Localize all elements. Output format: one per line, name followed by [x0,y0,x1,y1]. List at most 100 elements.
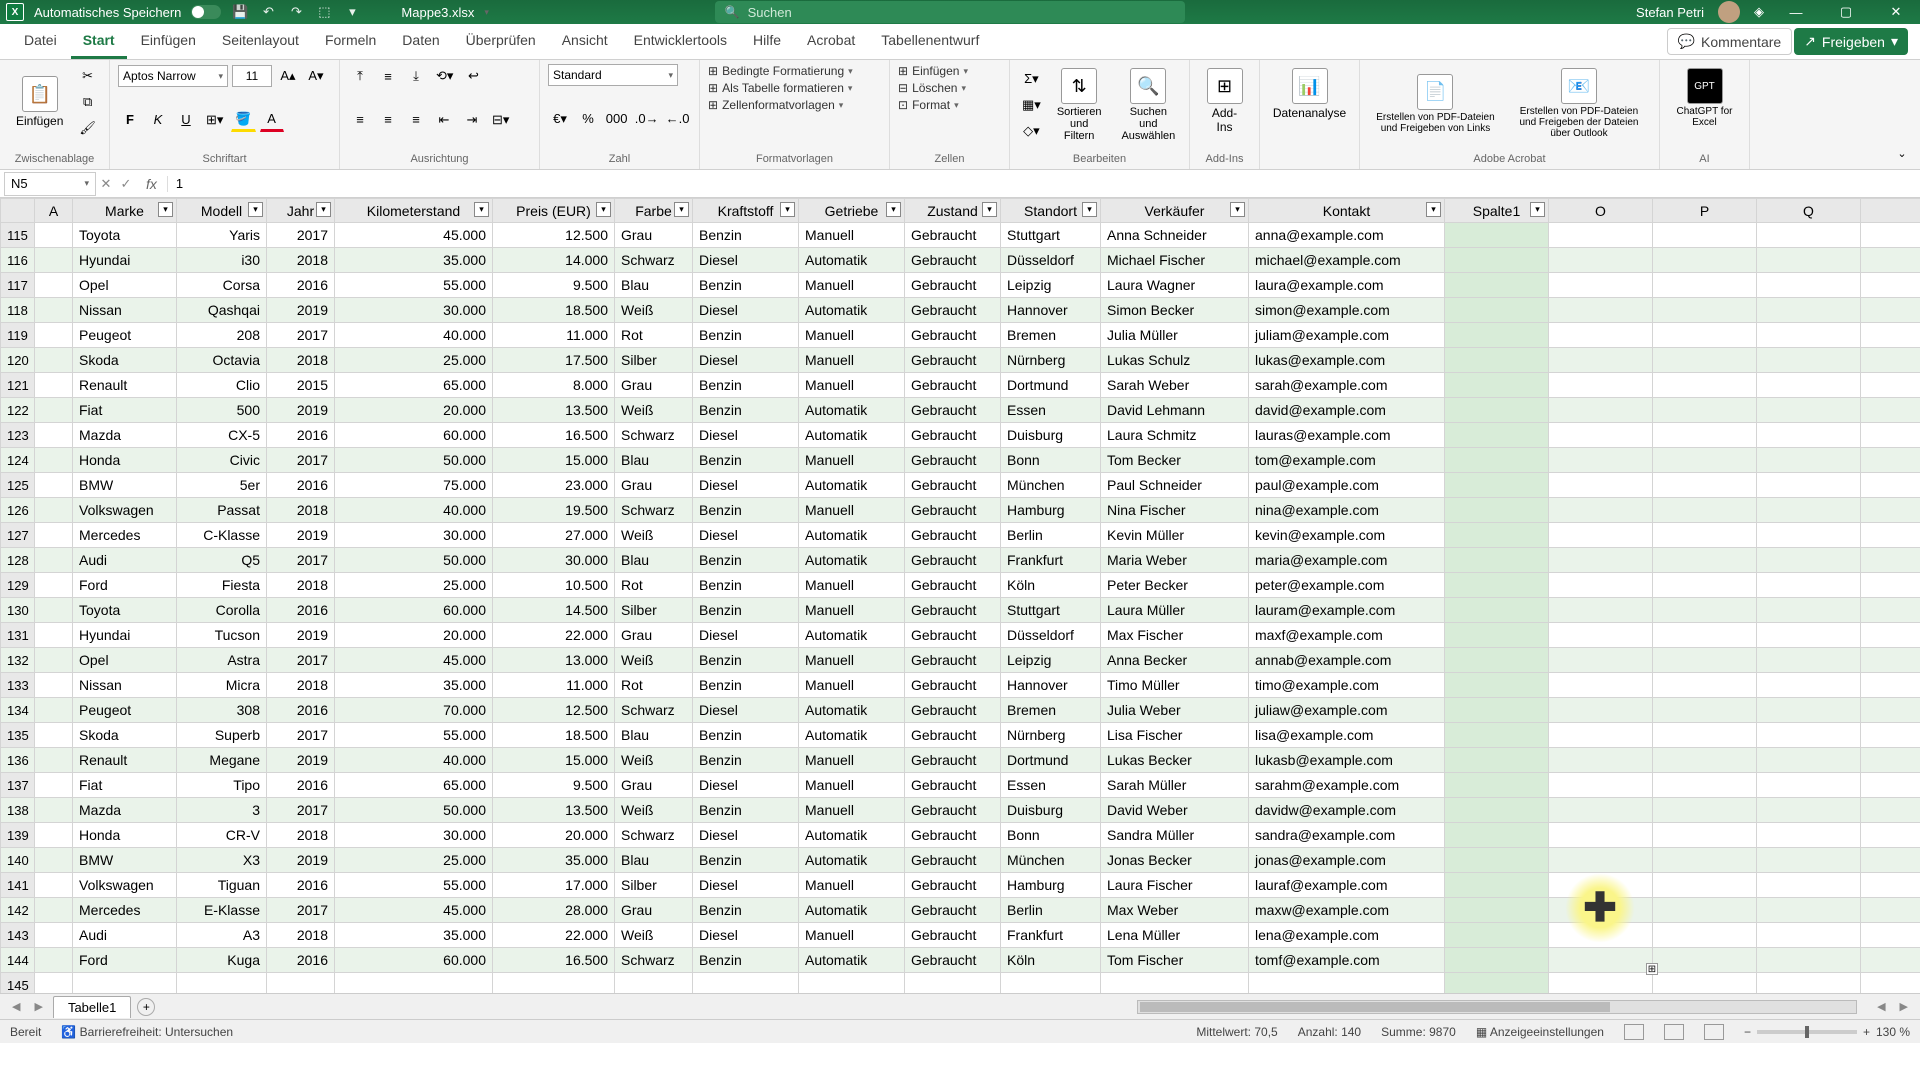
filter-icon[interactable]: ▾ [886,202,901,217]
cell[interactable]: Qashqai [177,298,267,323]
document-title[interactable]: Mappe3.xlsx [401,5,474,20]
cell[interactable] [1549,673,1653,698]
cell[interactable]: Silber [615,348,693,373]
cell[interactable]: Benzin [693,223,799,248]
cell[interactable]: michael@example.com [1249,248,1445,273]
cell[interactable]: Schwarz [615,698,693,723]
row-header[interactable]: 129 [1,573,35,598]
cell[interactable]: Peugeot [73,323,177,348]
cell[interactable] [1861,973,1920,994]
cell[interactable]: Tucson [177,623,267,648]
cell[interactable]: 9.500 [493,773,615,798]
cell[interactable] [1861,573,1920,598]
cell[interactable]: 16.500 [493,423,615,448]
cell[interactable]: Gebraucht [905,623,1001,648]
cell[interactable]: jonas@example.com [1249,848,1445,873]
col-header-Standort[interactable]: Standort▾ [1001,199,1101,223]
col-header-Kontakt[interactable]: Kontakt▾ [1249,199,1445,223]
cell[interactable]: 45.000 [335,648,493,673]
sheet-tab[interactable]: Tabelle1 [53,996,131,1018]
cell[interactable] [1653,548,1757,573]
cell[interactable] [35,648,73,673]
cell[interactable]: Tipo [177,773,267,798]
add-sheet-button[interactable]: + [137,998,155,1016]
format-cells-button[interactable]: ⊡ Format ▾ [898,98,1001,112]
align-right-icon[interactable]: ≡ [404,108,428,132]
cell[interactable]: Automatik [799,523,905,548]
cell[interactable] [1653,373,1757,398]
col-header-Verkäufer[interactable]: Verkäufer▾ [1101,199,1249,223]
cell[interactable]: Manuell [799,223,905,248]
cell[interactable]: Jonas Becker [1101,848,1249,873]
underline-button[interactable]: U [174,108,198,132]
cell[interactable] [1861,723,1920,748]
cell[interactable] [1653,348,1757,373]
paste-button[interactable]: 📋Einfügen [8,72,71,132]
cell[interactable]: Sarah Müller [1101,773,1249,798]
cell[interactable]: nina@example.com [1249,498,1445,523]
cell[interactable]: CX-5 [177,423,267,448]
normal-view-icon[interactable] [1624,1024,1644,1040]
cell[interactable]: Diesel [693,423,799,448]
cell[interactable]: 12.500 [493,698,615,723]
cell[interactable]: Manuell [799,923,905,948]
cell[interactable]: 65.000 [335,773,493,798]
cell[interactable]: Gebraucht [905,823,1001,848]
cell[interactable] [1757,698,1861,723]
row-header[interactable]: 137 [1,773,35,798]
cell[interactable] [1445,473,1549,498]
align-left-icon[interactable]: ≡ [348,108,372,132]
cell[interactable] [1549,523,1653,548]
cell[interactable] [1653,573,1757,598]
cell[interactable]: Diesel [693,248,799,273]
minimize-icon[interactable]: — [1778,5,1814,20]
cell[interactable]: Lukas Schulz [1101,348,1249,373]
cell[interactable]: 2019 [267,848,335,873]
col-header-Getriebe[interactable]: Getriebe▾ [799,199,905,223]
cell[interactable]: 2019 [267,298,335,323]
cell[interactable]: 14.500 [493,598,615,623]
cell[interactable] [35,698,73,723]
tab-überprüfen[interactable]: Überprüfen [454,24,548,59]
cell[interactable] [1549,573,1653,598]
cell[interactable]: Gebraucht [905,298,1001,323]
cell[interactable]: Manuell [799,573,905,598]
col-header-blank[interactable] [1861,199,1920,223]
redo-icon[interactable]: ↷ [287,3,305,21]
page-layout-view-icon[interactable] [1664,1024,1684,1040]
formula-value[interactable]: 1 [168,176,191,191]
col-header-Q[interactable]: Q [1757,199,1861,223]
cell[interactable]: 308 [177,698,267,723]
cell[interactable] [1861,648,1920,673]
cell[interactable] [1861,598,1920,623]
cell[interactable]: 65.000 [335,373,493,398]
cell[interactable] [1549,748,1653,773]
cell[interactable]: 60.000 [335,598,493,623]
cell[interactable] [1757,573,1861,598]
cell[interactable] [1757,473,1861,498]
cell[interactable]: Audi [73,923,177,948]
col-header-Preis (EUR)[interactable]: Preis (EUR)▾ [493,199,615,223]
cell[interactable] [1653,948,1757,973]
close-icon[interactable]: ✕ [1878,4,1914,20]
cell[interactable]: Gebraucht [905,273,1001,298]
cell[interactable]: tomf@example.com [1249,948,1445,973]
cell[interactable]: 25.000 [335,848,493,873]
cell[interactable]: Automatik [799,398,905,423]
cell[interactable] [1757,498,1861,523]
cell[interactable]: 2016 [267,273,335,298]
cell[interactable]: maxw@example.com [1249,898,1445,923]
cell[interactable]: 28.000 [493,898,615,923]
cell[interactable]: Toyota [73,598,177,623]
row-header[interactable]: 125 [1,473,35,498]
cell[interactable]: 2017 [267,798,335,823]
cell[interactable]: 2018 [267,498,335,523]
cell[interactable]: 2019 [267,623,335,648]
cell[interactable]: 11.000 [493,323,615,348]
cell[interactable]: 2017 [267,898,335,923]
cell[interactable]: Gebraucht [905,548,1001,573]
row-header[interactable]: 128 [1,548,35,573]
cell[interactable] [35,948,73,973]
cell[interactable]: Manuell [799,748,905,773]
cell[interactable] [1549,323,1653,348]
